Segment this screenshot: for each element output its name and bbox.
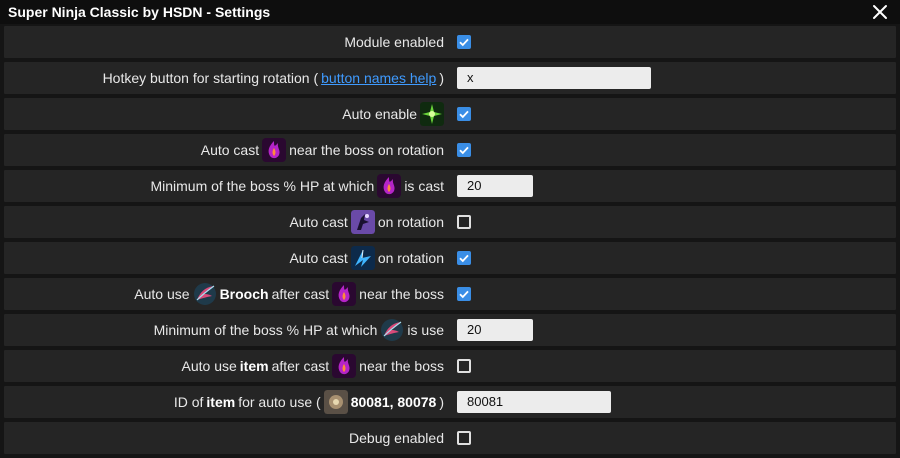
window-title: Super Ninja Classic by HSDN - Settings bbox=[8, 4, 271, 20]
setting-label: Auto cast near the boss on rotation bbox=[201, 134, 444, 166]
settings-list: Module enabled Hotkey button for startin… bbox=[4, 26, 896, 458]
item-box-icon bbox=[323, 390, 348, 414]
purple-flame-skill-icon bbox=[377, 174, 402, 198]
setting-label: Auto use item after cast near the boss bbox=[182, 350, 444, 382]
setting-label: ID of item for auto use ( 80081, 80078) bbox=[174, 386, 444, 418]
setting-row-auto-cast-shadow: Auto cast on rotation bbox=[4, 206, 896, 238]
item-id-input[interactable]: 80081 bbox=[457, 391, 611, 413]
purple-flame-skill-icon bbox=[332, 354, 357, 378]
setting-row-auto-enable: Auto enable bbox=[4, 98, 896, 130]
setting-row-hotkey: Hotkey button for starting rotation (but… bbox=[4, 62, 896, 94]
module-enabled-checkbox[interactable] bbox=[457, 35, 471, 49]
auto-use-brooch-checkbox[interactable] bbox=[457, 287, 471, 301]
auto-enable-checkbox[interactable] bbox=[457, 107, 471, 121]
shadow-ninja-skill-icon bbox=[350, 210, 375, 234]
setting-row-auto-cast-blue: Auto cast on rotation bbox=[4, 242, 896, 274]
setting-label: Debug enabled bbox=[349, 430, 444, 446]
blue-lightning-skill-icon bbox=[350, 246, 375, 270]
setting-row-min-hp-cast: Minimum of the boss % HP at which is cas… bbox=[4, 170, 896, 202]
setting-row-auto-use-item: Auto use item after cast near the boss bbox=[4, 350, 896, 382]
debug-enabled-checkbox[interactable] bbox=[457, 431, 471, 445]
setting-label: Minimum of the boss % HP at which is use bbox=[154, 314, 444, 346]
close-icon[interactable] bbox=[872, 4, 888, 20]
setting-label: Auto use Brooch after cast near the boss bbox=[134, 278, 444, 310]
purple-flame-skill-icon bbox=[262, 138, 287, 162]
setting-label: Auto enable bbox=[342, 98, 444, 130]
setting-label: Auto cast on rotation bbox=[289, 242, 444, 274]
setting-row-debug-enabled: Debug enabled bbox=[4, 422, 896, 454]
auto-cast-blue-checkbox[interactable] bbox=[457, 251, 471, 265]
feather-brooch-icon bbox=[193, 283, 216, 305]
hotkey-input[interactable]: x bbox=[457, 67, 651, 89]
setting-label: Minimum of the boss % HP at which is cas… bbox=[150, 170, 444, 202]
setting-label: Hotkey button for starting rotation (but… bbox=[102, 70, 444, 86]
purple-flame-skill-icon bbox=[332, 282, 357, 306]
setting-row-auto-cast-boss: Auto cast near the boss on rotation bbox=[4, 134, 896, 166]
min-hp-cast-input[interactable]: 20 bbox=[457, 175, 533, 197]
window-titlebar: Super Ninja Classic by HSDN - Settings bbox=[0, 0, 900, 24]
setting-label: Auto cast on rotation bbox=[289, 206, 444, 238]
setting-row-auto-use-brooch: Auto use Brooch after cast near the boss bbox=[4, 278, 896, 310]
feather-brooch-icon bbox=[381, 319, 404, 341]
button-names-help-link[interactable]: button names help bbox=[321, 70, 436, 86]
auto-use-item-checkbox[interactable] bbox=[457, 359, 471, 373]
setting-row-min-hp-use: Minimum of the boss % HP at which is use… bbox=[4, 314, 896, 346]
auto-cast-boss-checkbox[interactable] bbox=[457, 143, 471, 157]
setting-row-module-enabled: Module enabled bbox=[4, 26, 896, 58]
auto-cast-shadow-checkbox[interactable] bbox=[457, 215, 471, 229]
setting-label: Module enabled bbox=[344, 34, 444, 50]
green-star-skill-icon bbox=[420, 102, 444, 126]
min-hp-use-input[interactable]: 20 bbox=[457, 319, 533, 341]
setting-row-item-id: ID of item for auto use ( 80081, 80078) … bbox=[4, 386, 896, 418]
